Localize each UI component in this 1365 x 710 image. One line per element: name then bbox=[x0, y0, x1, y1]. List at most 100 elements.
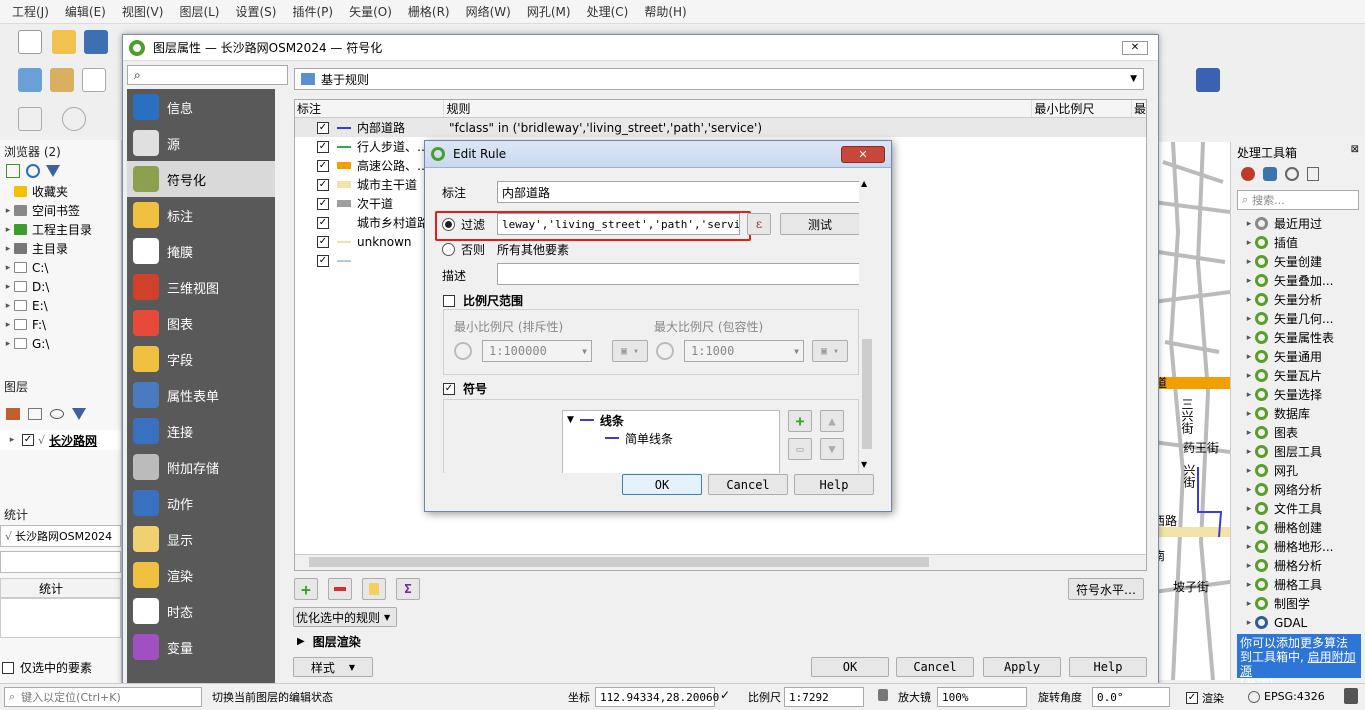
new-project-icon[interactable] bbox=[18, 30, 42, 54]
filter-layers-icon[interactable] bbox=[72, 408, 86, 420]
expand-icon[interactable]: ▸ bbox=[1243, 466, 1255, 476]
scrollbar-thumb[interactable] bbox=[309, 557, 929, 567]
expand-icon[interactable]: ▸ bbox=[1243, 219, 1255, 229]
vertical-scrollbar[interactable]: ▲ ▼ bbox=[861, 179, 873, 469]
expand-icon[interactable]: ▸ bbox=[1243, 428, 1255, 438]
close-icon[interactable]: ✕ bbox=[1122, 40, 1148, 55]
apply-button[interactable]: Apply bbox=[983, 657, 1061, 677]
add-raster-layer-icon[interactable] bbox=[50, 68, 74, 92]
expand-icon[interactable]: ▸ bbox=[2, 263, 14, 273]
rule-checkbox[interactable]: ✓ bbox=[317, 178, 329, 191]
processing-provider[interactable]: ▸ 矢量几何... bbox=[1243, 309, 1365, 328]
edit-ok-button[interactable]: OK bbox=[622, 474, 702, 495]
processing-provider[interactable]: ▸ 图层工具 bbox=[1243, 442, 1365, 461]
expand-icon[interactable]: ▸ bbox=[2, 206, 14, 216]
stats-layer-combo[interactable]: √ 长沙路网OSM2024 bbox=[0, 525, 121, 547]
scale-range-checkbox[interactable] bbox=[443, 294, 455, 307]
rule-checkbox[interactable]: ✓ bbox=[317, 159, 329, 172]
layer-visibility-checkbox[interactable]: ✓ bbox=[22, 434, 34, 446]
processing-provider[interactable]: ▸ 文件工具 bbox=[1243, 499, 1365, 518]
history-icon[interactable] bbox=[1285, 167, 1299, 181]
expand-icon[interactable]: ▸ bbox=[1243, 618, 1255, 628]
digitize-icon[interactable] bbox=[18, 107, 42, 131]
browser-item[interactable]: ▸ F:\ bbox=[2, 315, 121, 334]
processing-provider[interactable]: ▸ 栅格工具 bbox=[1243, 575, 1365, 594]
processing-provider[interactable]: ▸ 数据库 bbox=[1243, 404, 1365, 423]
side-nav-item[interactable]: 渲染 bbox=[127, 557, 275, 593]
max-scale-combo[interactable]: 1:1000 ▼ bbox=[684, 340, 804, 362]
processing-provider[interactable]: ▸ 矢量瓦片 bbox=[1243, 366, 1365, 385]
symbol-row[interactable]: ✓ 符号 bbox=[443, 380, 487, 397]
ok-button[interactable]: OK bbox=[811, 657, 889, 677]
processing-provider[interactable]: ▸ 矢量选择 bbox=[1243, 385, 1365, 404]
rule-checkbox[interactable]: ✓ bbox=[317, 235, 329, 248]
python-icon[interactable] bbox=[1263, 167, 1277, 181]
stats-field-combo[interactable] bbox=[0, 551, 121, 573]
browser-item[interactable]: ▸ 主目录 bbox=[2, 239, 121, 258]
col-rule[interactable]: 规则 bbox=[444, 100, 1033, 117]
processing-provider[interactable]: ▸ 矢量叠加... bbox=[1243, 271, 1365, 290]
expand-icon[interactable]: ▸ bbox=[1243, 276, 1255, 286]
results-icon[interactable] bbox=[1307, 167, 1319, 181]
circle-tool-icon[interactable] bbox=[62, 107, 86, 131]
menu-item[interactable]: 视图(V) bbox=[114, 3, 172, 20]
expand-icon[interactable]: ▸ bbox=[1243, 333, 1255, 343]
processing-provider[interactable]: ▸ 矢量创建 bbox=[1243, 252, 1365, 271]
side-nav-item[interactable]: 三维视图 bbox=[127, 269, 275, 305]
expand-icon[interactable]: ▸ bbox=[1243, 314, 1255, 324]
filter-radio-row[interactable]: 过滤 bbox=[442, 216, 485, 233]
help-button[interactable]: Help bbox=[1069, 657, 1147, 677]
processing-provider[interactable]: ▸ 网络分析 bbox=[1243, 480, 1365, 499]
move-down-button[interactable]: ▼ bbox=[820, 438, 844, 460]
expand-icon[interactable]: ▸ bbox=[1243, 295, 1255, 305]
messages-icon[interactable] bbox=[1344, 688, 1358, 704]
description-input[interactable] bbox=[497, 263, 859, 285]
side-nav-item[interactable]: 标注 bbox=[127, 197, 275, 233]
expand-icon[interactable]: ▸ bbox=[1243, 485, 1255, 495]
menu-item[interactable]: 帮助(H) bbox=[636, 3, 694, 20]
menu-item[interactable]: 设置(S) bbox=[228, 3, 285, 20]
expand-icon[interactable]: ▸ bbox=[1243, 580, 1255, 590]
symbol-levels-button[interactable]: 符号水平… bbox=[1068, 578, 1144, 600]
remove-rule-button[interactable] bbox=[328, 578, 352, 600]
expand-icon[interactable]: ▸ bbox=[6, 435, 18, 445]
side-nav-item[interactable]: 属性表单 bbox=[127, 377, 275, 413]
else-radio[interactable] bbox=[442, 243, 455, 256]
symbol-tree-child[interactable]: 简单线条 bbox=[563, 429, 779, 447]
browser-item[interactable]: ▸ 空间书签 bbox=[2, 201, 121, 220]
expand-icon[interactable]: ▸ bbox=[1243, 561, 1255, 571]
expand-icon[interactable]: ▸ bbox=[2, 320, 14, 330]
expand-icon[interactable]: ▸ bbox=[1243, 447, 1255, 457]
side-nav-item[interactable]: 图表 bbox=[127, 305, 275, 341]
scrollbar-thumb[interactable] bbox=[862, 339, 872, 449]
expand-icon[interactable]: ▸ bbox=[1243, 542, 1255, 552]
max-scale-canvas-button[interactable]: ▣ ▾ bbox=[812, 340, 848, 362]
side-nav-item[interactable]: 显示 bbox=[127, 521, 275, 557]
render-checkbox[interactable]: ✓ bbox=[1186, 692, 1198, 704]
test-button[interactable]: 测试 bbox=[780, 213, 859, 235]
processing-search-input[interactable]: ⌕ 搜索... bbox=[1237, 190, 1359, 210]
processing-provider[interactable]: ▸ 图表 bbox=[1243, 423, 1365, 442]
processing-provider[interactable]: ▸ 栅格创建 bbox=[1243, 518, 1365, 537]
layer-item[interactable]: ▸ ✓ √ 长沙路网 bbox=[0, 430, 121, 450]
min-scale-combo[interactable]: 1:100000 ▼ bbox=[482, 340, 592, 362]
rule-checkbox[interactable]: ✓ bbox=[317, 121, 329, 134]
close-icon[interactable]: ✕ bbox=[841, 145, 885, 163]
processing-provider[interactable]: ▸ 插值 bbox=[1243, 233, 1365, 252]
help-icon[interactable] bbox=[1196, 68, 1220, 92]
lock-icon[interactable] bbox=[878, 689, 888, 701]
scale-range-row[interactable]: 比例尺范围 bbox=[443, 292, 523, 309]
col-max-scale[interactable]: 最 bbox=[1132, 100, 1146, 117]
side-nav-item[interactable]: 信息 bbox=[127, 89, 275, 125]
render-toggle[interactable]: ✓ 渲染 bbox=[1186, 690, 1224, 706]
add-vector-layer-icon[interactable] bbox=[18, 68, 42, 92]
menu-item[interactable]: 栅格(R) bbox=[400, 3, 458, 20]
menu-item[interactable]: 网孔(M) bbox=[519, 3, 579, 20]
side-nav-item[interactable]: 动作 bbox=[127, 485, 275, 521]
edit-help-button[interactable]: Help bbox=[794, 474, 874, 495]
rule-row[interactable]: ✓ 内部道路 "fclass" in ('bridleway','living_st… bbox=[295, 118, 1146, 137]
processing-provider[interactable]: ▸ 矢量属性表 bbox=[1243, 328, 1365, 347]
visibility-icon[interactable] bbox=[50, 409, 64, 419]
edit-rule-button[interactable] bbox=[362, 578, 386, 600]
expand-icon[interactable]: ▸ bbox=[1243, 504, 1255, 514]
